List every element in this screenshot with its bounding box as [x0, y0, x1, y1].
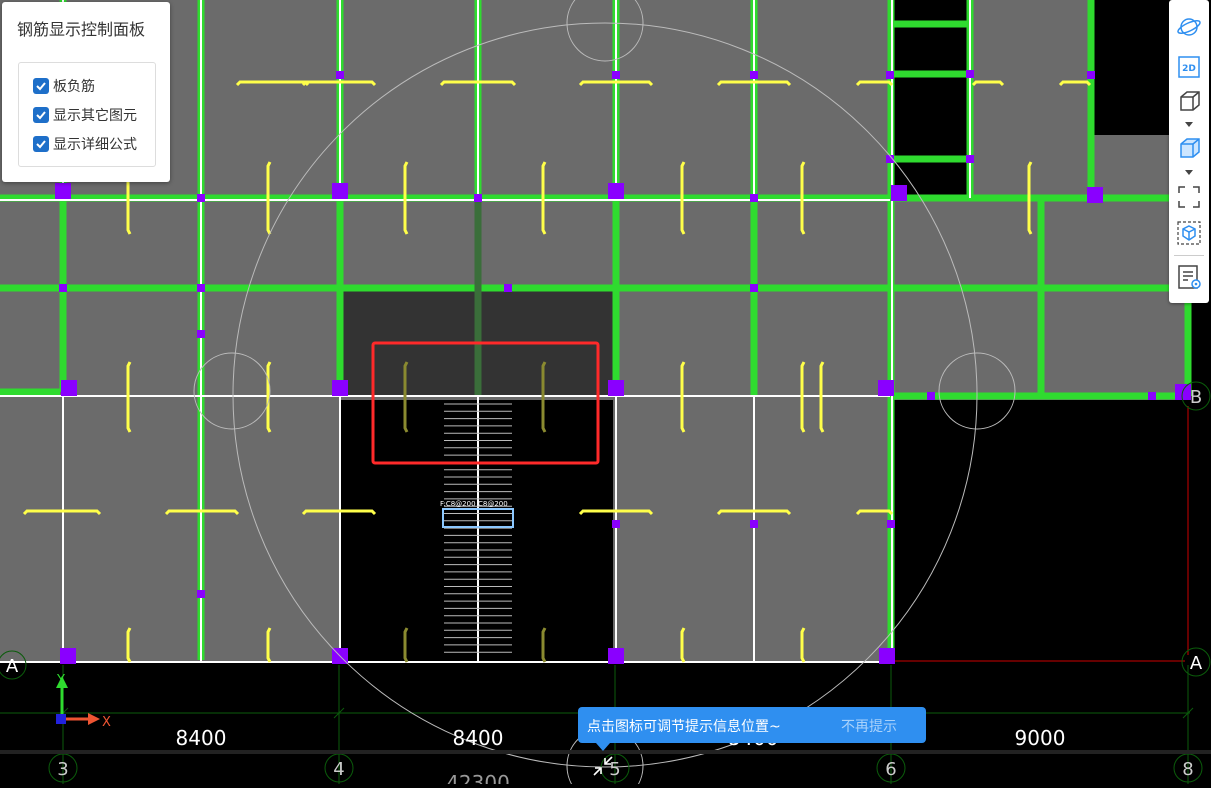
chevron-down-icon[interactable]: [1184, 121, 1194, 129]
cube-view-icon: [1180, 91, 1200, 111]
beam-node: [504, 284, 512, 292]
hint-message: 点击图标可调节提示信息位置~: [587, 719, 781, 735]
toolbar-divider: [1174, 255, 1204, 256]
beam-node: [197, 590, 205, 598]
beam-node: [612, 520, 620, 528]
beam-node: [336, 71, 344, 79]
option-show-other-elements[interactable]: 显示其它图元: [33, 104, 137, 126]
axis-number-4: 4: [333, 759, 344, 780]
column: [60, 648, 76, 664]
hint-tooltip: 点击图标可调节提示信息位置~ 不再提示: [578, 707, 926, 751]
axis-letter-b: B: [1190, 387, 1202, 408]
rebar-label-left: F:C8@200: [440, 500, 476, 508]
y-axis-label: Y: [56, 673, 65, 688]
slab-panel: [0, 396, 340, 661]
panel-title: 钢筋显示控制面板: [17, 20, 146, 39]
column: [608, 648, 624, 664]
svg-text:2D: 2D: [1182, 64, 1196, 74]
column: [55, 183, 71, 199]
chevron-down-icon[interactable]: [1184, 169, 1194, 177]
column: [61, 380, 77, 396]
fullscreen-icon: [1178, 186, 1200, 208]
option-label: 显示其它图元: [53, 108, 137, 124]
column: [608, 380, 624, 396]
document-preview-icon: [1178, 265, 1201, 289]
axis-number-3: 3: [57, 759, 68, 780]
shaded-view-button[interactable]: [1174, 133, 1204, 163]
panel-options-box: 板负筋 显示其它图元 显示详细公式: [18, 62, 156, 167]
column: [878, 380, 894, 396]
view-toolbar: 2D: [1169, 0, 1209, 303]
orbit-view-icon: [1177, 18, 1201, 36]
tooltip-position-icon[interactable]: [592, 755, 614, 777]
option-slab-negative-rebar[interactable]: 板负筋: [33, 75, 95, 97]
slab-panel: [1091, 135, 1172, 200]
region-3d-button[interactable]: [1174, 218, 1204, 248]
3d-view-button[interactable]: [1174, 86, 1204, 116]
checkbox-icon[interactable]: [33, 107, 49, 123]
column: [891, 185, 907, 201]
beam-node: [750, 284, 758, 292]
column: [879, 648, 895, 664]
beam-node: [474, 194, 482, 202]
axis-letter-a-right: A: [1190, 653, 1203, 674]
beam-node: [612, 71, 620, 79]
beam-node: [197, 284, 205, 292]
beam-node: [197, 194, 205, 202]
drawing-canvas[interactable]: F:C8@200 C8@200 3 4 5 6 8 A B A 8400 840…: [0, 0, 1211, 788]
beam-node: [1087, 71, 1095, 79]
rebar-display-control-panel: 钢筋显示控制面板 板负筋 显示其它图元 显示详细公式: [2, 2, 170, 182]
filled-cube-icon: [1180, 138, 1200, 158]
beam-node: [886, 71, 894, 79]
axis-number-6: 6: [885, 759, 896, 780]
axis-number-8: 8: [1182, 759, 1193, 780]
column: [1087, 187, 1103, 203]
rebar-label-right: C8@200: [478, 500, 508, 508]
beam-node: [197, 330, 205, 338]
tooltip-arrow: [596, 743, 610, 751]
option-label: 板负筋: [53, 79, 95, 95]
dimension-3-4: 8400: [176, 726, 227, 750]
dimension-6-8: 9000: [1015, 726, 1066, 750]
column: [332, 183, 348, 199]
dont-show-again-link[interactable]: 不再提示: [841, 716, 897, 736]
column: [332, 380, 348, 396]
option-show-detailed-formula[interactable]: 显示详细公式: [33, 133, 137, 155]
beam-node: [750, 520, 758, 528]
dimension-4-5: 8400: [453, 726, 504, 750]
axis-letter-a-left: A: [6, 656, 19, 677]
x-axis-label: X: [102, 715, 111, 730]
column: [608, 183, 624, 199]
beam-node: [966, 155, 974, 163]
beam-node: [750, 71, 758, 79]
option-label: 显示详细公式: [53, 137, 137, 153]
orbit-view-button[interactable]: [1174, 12, 1204, 42]
beam-node: [887, 520, 895, 528]
checkbox-icon[interactable]: [33, 78, 49, 94]
2d-view-icon: 2D: [1178, 56, 1200, 78]
region-3d-icon: [1177, 221, 1201, 245]
beam-node: [927, 392, 935, 400]
checkbox-icon[interactable]: [33, 136, 49, 152]
beam-node: [966, 70, 974, 78]
document-preview-button[interactable]: [1174, 262, 1204, 292]
beam-node: [1148, 392, 1156, 400]
beam-node: [59, 284, 67, 292]
total-dimension: 42300: [446, 771, 510, 784]
beam-node: [750, 194, 758, 202]
fullscreen-button[interactable]: [1174, 182, 1204, 212]
2d-view-button[interactable]: 2D: [1174, 52, 1204, 82]
